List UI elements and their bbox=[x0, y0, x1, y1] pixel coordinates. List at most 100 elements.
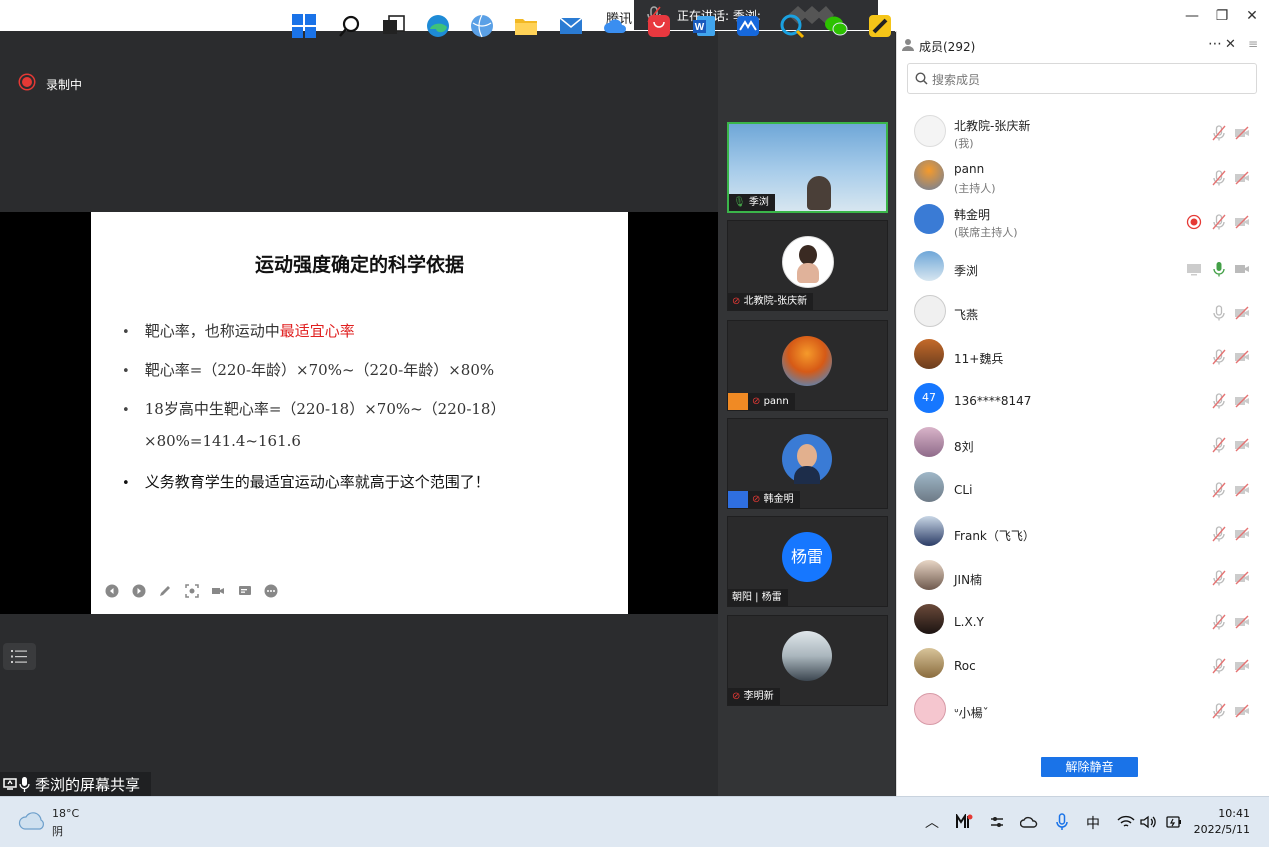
mic-muted-icon[interactable] bbox=[1211, 482, 1227, 498]
maximize-button[interactable]: ❐ bbox=[1212, 6, 1232, 26]
video-tile[interactable]: ⊘ pann bbox=[727, 320, 888, 411]
member-name: Frank（飞飞） bbox=[954, 529, 1035, 543]
previous-icon[interactable] bbox=[105, 584, 119, 598]
huawei-app[interactable] bbox=[646, 13, 672, 39]
member-row[interactable]: 北教院-张庆新 (我) bbox=[896, 103, 1269, 150]
mic-muted-icon[interactable] bbox=[1211, 614, 1227, 630]
member-row[interactable]: 季浏 bbox=[896, 245, 1269, 289]
member-row[interactable]: CLi bbox=[896, 466, 1269, 510]
start-button[interactable] bbox=[291, 13, 317, 39]
tool-app-icon bbox=[869, 15, 891, 37]
onedrive-icon[interactable] bbox=[1020, 815, 1038, 829]
browser-app[interactable] bbox=[469, 13, 495, 39]
camera-off-icon[interactable] bbox=[1234, 703, 1250, 719]
volume-icon[interactable] bbox=[1140, 815, 1158, 829]
menu-icon[interactable]: ≡ bbox=[1248, 37, 1258, 51]
member-row[interactable]: Roc bbox=[896, 642, 1269, 686]
close-button[interactable]: ✕ bbox=[1242, 6, 1262, 26]
mic-muted-icon[interactable] bbox=[1211, 393, 1227, 409]
slide-bullet-4: • 义务教育学生的最适宜运动心率就高于这个范围了！ bbox=[122, 473, 490, 491]
member-row[interactable]: L.X.Y bbox=[896, 598, 1269, 642]
tray-app-icon[interactable] bbox=[955, 814, 973, 830]
screenshot-icon[interactable] bbox=[185, 584, 199, 598]
camera-off-icon[interactable] bbox=[1234, 658, 1250, 674]
camera-off-icon[interactable] bbox=[1234, 570, 1250, 586]
subtitle-icon[interactable] bbox=[238, 584, 252, 598]
mic-muted-icon[interactable] bbox=[1211, 526, 1227, 542]
wifi-icon[interactable] bbox=[1117, 815, 1135, 829]
close-panel-icon[interactable]: ✕ bbox=[1225, 37, 1236, 52]
member-row[interactable]: JIN楠 bbox=[896, 554, 1269, 598]
camera-off-icon[interactable] bbox=[1234, 261, 1250, 277]
member-row[interactable]: 11+魏兵 bbox=[896, 333, 1269, 377]
edge-app[interactable] bbox=[425, 13, 451, 39]
video-tile[interactable]: ⊘ 北教院-张庆新 bbox=[727, 220, 888, 311]
member-row[interactable]: 47 136****8147 bbox=[896, 377, 1269, 421]
ime-indicator[interactable]: 中 bbox=[1086, 813, 1100, 833]
member-row[interactable]: Frank（飞飞） bbox=[896, 510, 1269, 554]
member-row[interactable]: 韩金明 (联席主持人) bbox=[896, 192, 1269, 239]
mic-icon[interactable] bbox=[1211, 305, 1227, 321]
minimize-button[interactable]: — bbox=[1182, 6, 1202, 26]
camera-off-icon[interactable] bbox=[1234, 214, 1250, 230]
camera-off-icon[interactable] bbox=[1234, 437, 1250, 453]
other-app[interactable] bbox=[867, 13, 893, 39]
screen-share-icon bbox=[1187, 264, 1201, 276]
next-icon[interactable] bbox=[132, 584, 146, 598]
mic-muted-icon[interactable] bbox=[1211, 658, 1227, 674]
video-tile[interactable]: ⊘ 韩金明 bbox=[727, 418, 888, 509]
mic-active-icon[interactable] bbox=[1211, 261, 1227, 277]
member-row[interactable]: 8刘 bbox=[896, 421, 1269, 465]
member-name: CLi bbox=[954, 483, 973, 497]
video-tile[interactable]: ⊘ 李明新 bbox=[727, 615, 888, 706]
member-row[interactable]: ᐡ小楊ˇ bbox=[896, 687, 1269, 731]
microphone-tray-icon[interactable] bbox=[1055, 813, 1069, 831]
camera-off-icon[interactable] bbox=[1234, 170, 1250, 186]
camera-off-icon[interactable] bbox=[1234, 614, 1250, 630]
member-row[interactable]: 飞燕 bbox=[896, 289, 1269, 333]
search-input[interactable]: 搜索成员 bbox=[907, 63, 1257, 94]
mail-app[interactable] bbox=[558, 13, 584, 39]
more-icon[interactable] bbox=[264, 584, 278, 598]
settings-tray-icon[interactable] bbox=[989, 814, 1005, 830]
wechat-icon bbox=[825, 16, 848, 36]
video-tile[interactable]: 🎙 季浏 bbox=[727, 122, 888, 213]
cloud-app[interactable] bbox=[602, 13, 628, 39]
camera-off-icon[interactable] bbox=[1234, 526, 1250, 542]
mic-muted-icon[interactable] bbox=[1211, 437, 1227, 453]
chat-search-app[interactable] bbox=[779, 13, 805, 39]
pen-icon[interactable] bbox=[158, 584, 172, 598]
more-options-icon[interactable]: ⋯ bbox=[1208, 36, 1222, 52]
mic-muted-icon[interactable] bbox=[1211, 170, 1227, 186]
mic-muted-icon[interactable] bbox=[1211, 349, 1227, 365]
camera-icon[interactable] bbox=[211, 584, 225, 598]
list-menu-button[interactable] bbox=[3, 643, 36, 670]
tile-name: ⊘ 北教院-张庆新 bbox=[728, 293, 814, 310]
word-app[interactable]: W bbox=[691, 13, 717, 39]
member-row[interactable]: pann (主持人) bbox=[896, 148, 1269, 195]
mic-muted-icon[interactable] bbox=[1211, 125, 1227, 141]
camera-off-icon[interactable] bbox=[1234, 349, 1250, 365]
camera-off-icon[interactable] bbox=[1234, 393, 1250, 409]
system-clock[interactable]: 10:41 2022/5/11 bbox=[1190, 806, 1250, 838]
search-button[interactable] bbox=[337, 13, 363, 39]
file-explorer-app[interactable] bbox=[513, 13, 539, 39]
member-role: (联席主持人) bbox=[954, 226, 1018, 239]
wechat-app[interactable] bbox=[823, 13, 849, 39]
battery-icon[interactable] bbox=[1165, 814, 1183, 830]
video-tile[interactable]: 杨雷 朝阳 | 杨雷 bbox=[727, 516, 888, 607]
mic-muted-icon[interactable] bbox=[1211, 214, 1227, 230]
slide-title: 运动强度确定的科学依据 bbox=[254, 254, 464, 276]
folder-icon bbox=[515, 19, 537, 35]
camera-off-icon[interactable] bbox=[1234, 482, 1250, 498]
unmute-button[interactable]: 解除静音 bbox=[1041, 757, 1138, 777]
tencent-meeting-app[interactable] bbox=[735, 13, 761, 39]
mic-muted-icon[interactable] bbox=[1211, 703, 1227, 719]
mic-muted-icon[interactable] bbox=[1211, 570, 1227, 586]
avatar bbox=[914, 295, 946, 327]
avatar bbox=[914, 160, 944, 190]
task-view-button[interactable] bbox=[381, 13, 407, 39]
camera-off-icon[interactable] bbox=[1234, 305, 1250, 321]
show-hidden-icons[interactable]: ︿ bbox=[925, 812, 939, 832]
camera-off-icon[interactable] bbox=[1234, 125, 1250, 141]
